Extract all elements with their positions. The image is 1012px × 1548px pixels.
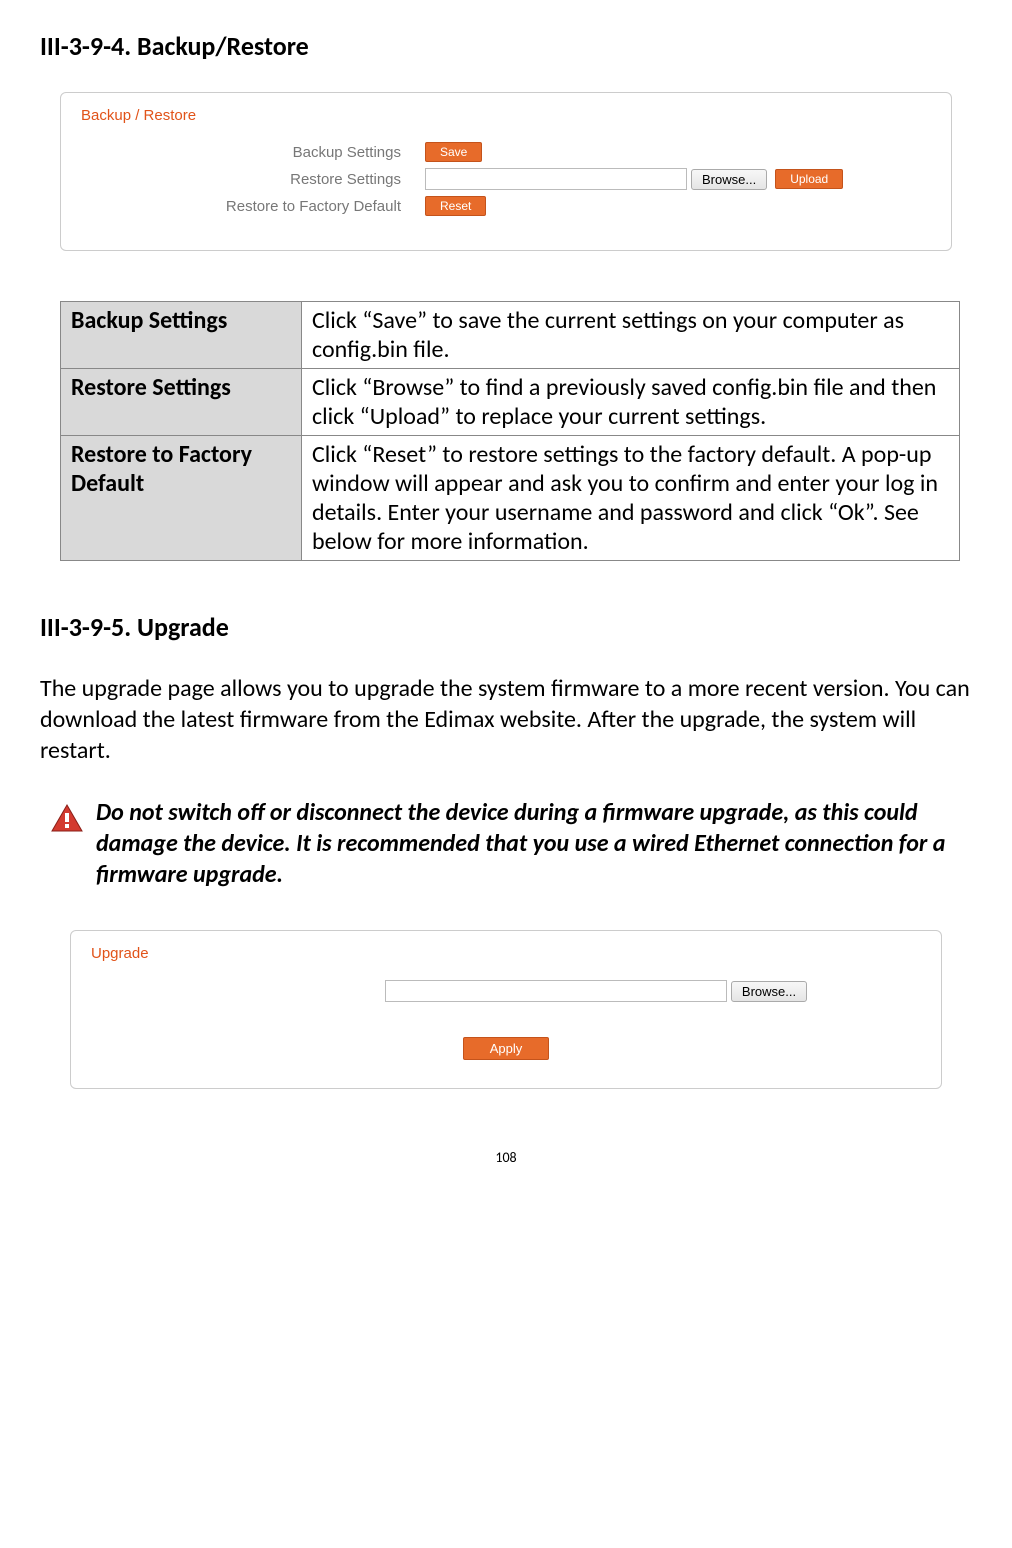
upgrade-file-input[interactable]: [385, 980, 727, 1002]
backup-restore-panel: Backup / Restore Backup Settings Save Re…: [60, 92, 952, 251]
label-factory-default: Restore to Factory Default: [81, 198, 425, 215]
table-desc-factory: Click “Reset” to restore settings to the…: [302, 436, 960, 561]
panel-title-backup: Backup / Restore: [81, 107, 931, 124]
restore-file-input[interactable]: [425, 168, 687, 190]
table-row: Backup Settings Click “Save” to save the…: [61, 302, 960, 369]
upgrade-panel: Upgrade Browse... Apply: [70, 930, 942, 1089]
description-table: Backup Settings Click “Save” to save the…: [60, 301, 960, 561]
section-heading-upgrade: III-3-9-5. Upgrade: [40, 611, 972, 643]
save-button[interactable]: Save: [425, 142, 482, 162]
row-apply: Apply: [91, 1032, 921, 1060]
table-row: Restore Settings Click “Browse” to find …: [61, 369, 960, 436]
warning-icon: [50, 803, 84, 840]
reset-button[interactable]: Reset: [425, 196, 486, 216]
label-restore-settings: Restore Settings: [81, 171, 425, 188]
upgrade-paragraph: The upgrade page allows you to upgrade t…: [40, 673, 972, 767]
upload-button[interactable]: Upload: [775, 169, 843, 189]
row-backup-settings: Backup Settings Save: [81, 142, 931, 162]
row-restore-settings: Restore Settings Browse... Upload: [81, 168, 931, 190]
page-number: 108: [40, 1149, 972, 1166]
label-backup-settings: Backup Settings: [81, 144, 425, 161]
warning-text: Do not switch off or disconnect the devi…: [96, 797, 972, 891]
table-desc-backup: Click “Save” to save the current setting…: [302, 302, 960, 369]
row-factory-default: Restore to Factory Default Reset: [81, 196, 931, 216]
warning-block: Do not switch off or disconnect the devi…: [50, 797, 972, 891]
row-upgrade-file: Browse...: [91, 980, 921, 1002]
table-desc-restore: Click “Browse” to find a previously save…: [302, 369, 960, 436]
browse-button-upgrade[interactable]: Browse...: [731, 981, 807, 1002]
section-heading-backup: III-3-9-4. Backup/Restore: [40, 30, 972, 62]
table-label-restore: Restore Settings: [61, 369, 302, 436]
browse-button-restore[interactable]: Browse...: [691, 169, 767, 190]
table-row: Restore to Factory Default Click “Reset”…: [61, 436, 960, 561]
table-label-factory: Restore to Factory Default: [61, 436, 302, 561]
apply-button[interactable]: Apply: [463, 1037, 550, 1060]
panel-title-upgrade: Upgrade: [91, 945, 921, 962]
table-label-backup: Backup Settings: [61, 302, 302, 369]
